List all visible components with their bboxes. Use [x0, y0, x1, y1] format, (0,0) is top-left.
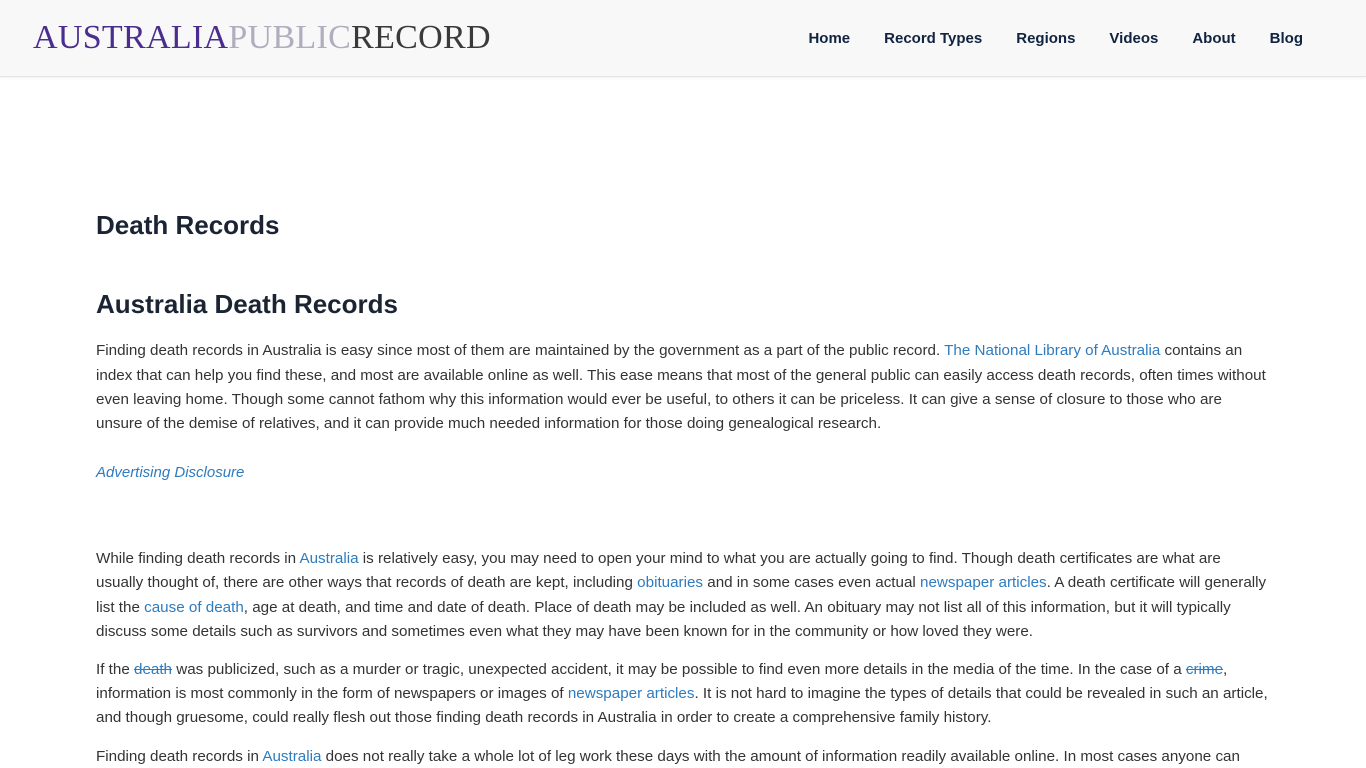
advertising-slot-spacer	[96, 482, 1270, 528]
link-newspaper-articles[interactable]: newspaper articles	[920, 574, 1047, 591]
paragraph-ordering-records: Finding death records in Australia does …	[96, 731, 1270, 768]
text-run: While finding death records in	[96, 550, 300, 568]
main-content: Death Records Australia Death Records Fi…	[0, 77, 1366, 768]
nav-item-videos[interactable]: Videos	[1109, 30, 1158, 47]
section-title: Australia Death Records	[96, 289, 398, 320]
link-national-library-of-australia[interactable]: The National Library of Australia	[944, 342, 1160, 359]
logo-text-public: PUBLIC	[228, 19, 352, 56]
page-title: Death Records	[96, 210, 280, 240]
link-australia[interactable]: Australia	[299, 550, 358, 567]
link-obituaries[interactable]: obituaries	[637, 574, 703, 591]
paragraph-intro: Finding death records in Australia is ea…	[96, 320, 1270, 436]
nav-item-about[interactable]: About	[1192, 30, 1235, 47]
nav-item-record-types[interactable]: Record Types	[884, 30, 982, 47]
text-run: and in some cases even actual	[703, 574, 921, 592]
link-australia-2[interactable]: Australia	[262, 748, 321, 765]
main-navigation: Home Record Types Regions Videos About B…	[808, 30, 1333, 47]
site-logo[interactable]: AUSTRALIAPUBLICRECORD	[33, 21, 491, 55]
nav-item-home[interactable]: Home	[808, 30, 850, 47]
nav-item-blog[interactable]: Blog	[1270, 30, 1303, 47]
link-death[interactable]: death	[134, 661, 172, 678]
link-crime[interactable]: crime	[1186, 661, 1223, 678]
logo-text-australia: AUSTRALIA	[33, 19, 229, 56]
nav-item-regions[interactable]: Regions	[1016, 30, 1075, 47]
paragraph-record-types: While finding death records in Australia…	[96, 528, 1270, 644]
logo-text-record: RECORD	[351, 19, 491, 56]
advertising-disclosure-link[interactable]: Advertising Disclosure	[96, 436, 244, 481]
text-run: Finding death records in	[96, 747, 263, 765]
text-run: , age at death, and time and date of dea…	[96, 598, 1231, 640]
link-cause-of-death[interactable]: cause of death	[144, 599, 244, 616]
text-run: If the	[96, 661, 134, 678]
text-run: was publicized, such as a murder or trag…	[172, 661, 1186, 678]
link-newspaper-articles-2[interactable]: newspaper articles	[568, 685, 695, 702]
site-header: AUSTRALIAPUBLICRECORD Home Record Types …	[0, 0, 1366, 77]
paragraph-publicized-death: If the death was publicized, such as a m…	[96, 644, 1270, 731]
text-run: Finding death records in Australia is ea…	[96, 342, 945, 360]
